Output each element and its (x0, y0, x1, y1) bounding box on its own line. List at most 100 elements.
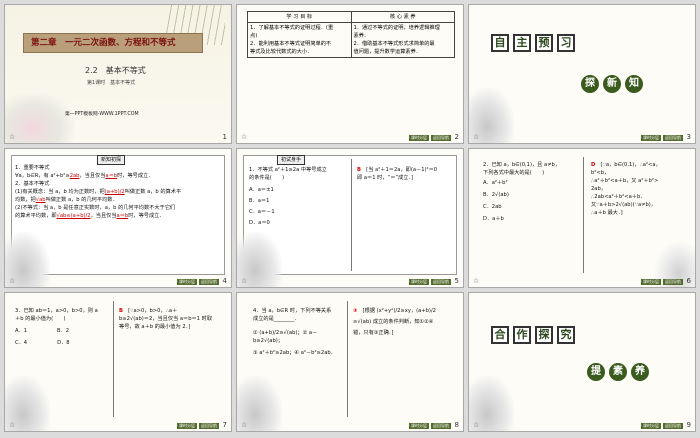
slide-thumbnail-9[interactable]: 合作探究 提素养 ☆ 课时分层 返回导航 9 (468, 292, 696, 432)
heading-chars-a: 合作探究 (491, 323, 579, 344)
slide-icon: ☆ (473, 421, 480, 429)
slide-thumbnail-7[interactable]: 3．已知 ab＝1，a>0，b>0，则 a ＋b 的最小值为( ) A．1 B．2… (4, 292, 232, 432)
option-a: A．a＝±1 (249, 187, 274, 193)
explanation-line: [∵a>0，b>0，∴a＋ (128, 308, 178, 314)
explanation-line: [当 a²＋1＝2a，即(a－1)²＝0 (366, 167, 438, 173)
footer-nav: 课时分层 返回导航 (641, 135, 683, 141)
column-divider (113, 301, 114, 417)
slide-thumbnail-4[interactable]: 新知初探 1．重要不等式 ∀a，b∈R，有 a²+b²≥2ab，当且仅当a＝b时… (4, 148, 232, 288)
heading-char: 养 (631, 363, 649, 381)
footer-nav: 课时分层 返回导航 (641, 279, 683, 285)
option-d: D．a＝0 (249, 220, 270, 226)
slide-thumbnail-6[interactable]: 2．已知 a，b∈(0,1)，且 a≠b， 下列各式中最大的是( ) A．a²＋… (468, 148, 696, 288)
statement-line: ① (a+b)/2≥√(ab)；② a－b≥2√(ab)； (253, 330, 318, 344)
competency-line: 1．通过不等式的证明，培养逻辑推理 (353, 25, 440, 31)
competency-line: 2．借助基本不等式形式求简单的最 (353, 41, 435, 47)
body-line: 2．基本不等式 (15, 181, 50, 187)
competency-cell: 1．通过不等式的证明，培养逻辑推理 素养． 2．借助基本不等式形式求简单的最 值… (350, 22, 455, 58)
tag-label: 初试身手 (277, 155, 306, 165)
heading-chars-a: 自主预习 (491, 31, 579, 52)
chapter-title: 第二章 一元二次函数、方程和不等式 (31, 38, 176, 48)
answer-text: B [当 a²＋1＝2a，即(a－1)²＝0 即 a＝1 时，“＝”成立．] (357, 166, 459, 182)
answer-letter: B (119, 308, 123, 314)
goal-line: 等式及比较代数式的大小． (250, 49, 313, 55)
explanation-line: b≥2√(ab)＝2，当且仅当 a＝b＝1 时取 (119, 316, 213, 322)
heading-char: 究 (557, 326, 575, 344)
concept-body: 1．重要不等式 ∀a，b∈R，有 a²+b²≥2ab，当且仅当a＝b时，等号成立… (15, 164, 227, 220)
back-nav-button[interactable]: 返回导航 (663, 135, 683, 141)
option-c: C．a＝－1 (249, 209, 275, 215)
layer-button[interactable]: 课时分层 (641, 135, 661, 141)
explanation-line: ∴a²＋b²<a＋b，又 a²＋b²> (591, 178, 659, 184)
heading-char: 素 (609, 363, 627, 381)
layer-button[interactable]: 课时分层 (641, 279, 661, 285)
slide-number: 2 (454, 133, 459, 141)
slide-icon: ☆ (241, 133, 248, 141)
option-b: B．2 (57, 328, 70, 334)
competency-line: 素养． (353, 33, 370, 39)
slide-icon: ☆ (473, 133, 480, 141)
layer-button[interactable]: 课时分层 (409, 135, 429, 141)
back-nav-button[interactable]: 返回导航 (431, 423, 451, 429)
option-d: D．8 (57, 340, 70, 346)
slide-thumbnail-3[interactable]: 自主预习 探新知 ☆ 课时分层 返回导航 3 (468, 4, 696, 144)
explanation-line: 错，只有③正确．] (353, 330, 394, 336)
body-line: 均数，把√ab叫做正数 a，b 的几何平均数． (15, 197, 118, 203)
body-line: (2)不等式：当 a，b 是任意正实数时，a，b 的几何平均数不大于它们 (15, 205, 176, 211)
answer-number: ③ (353, 308, 358, 314)
back-nav-button[interactable]: 返回导航 (663, 423, 683, 429)
slide-number: 8 (454, 421, 459, 429)
heading-char: 主 (513, 34, 531, 52)
footer-nav: 课时分层 返回导航 (641, 423, 683, 429)
layer-button[interactable]: 课时分层 (641, 423, 661, 429)
layer-button[interactable]: 课时分层 (409, 423, 429, 429)
question-line: 成立的是________． (253, 316, 300, 322)
question-line: ＋b 的最小值为( ) (15, 316, 66, 322)
option-c: C．4 (15, 340, 28, 346)
answer-text: D [∵a，b∈(0,1)，∴a²<a， b²<b， ∴a²＋b²<a＋b，又 … (591, 161, 693, 217)
explanation-line: ∴a＋b 最大．] (591, 210, 623, 216)
heading-char: 探 (535, 326, 553, 344)
heading-char: 探 (581, 75, 599, 93)
slide-sorter-grid: 第二章 一元二次函数、方程和不等式 2.2 基本不等式 第1课时 基本不等式 第… (0, 0, 700, 438)
back-nav-button[interactable]: 返回导航 (199, 423, 219, 429)
option-b: B．2√(ab) (483, 192, 509, 198)
heading-char: 预 (535, 34, 553, 52)
footer-nav: 课时分层 返回导航 (177, 279, 219, 285)
back-nav-button[interactable]: 返回导航 (431, 279, 451, 285)
heading-char: 提 (587, 363, 605, 381)
heading-chars-b: 提素养 (587, 359, 653, 381)
back-nav-button[interactable]: 返回导航 (431, 135, 451, 141)
goal-line: 1．了解基本不等式的证明过程．(重 (250, 25, 334, 31)
goals-cell: 1．了解基本不等式的证明过程．(重 点) 2．能利用基本不等式证明简单的不 等式… (247, 22, 352, 58)
statement-line: ③ a²＋b²≥2ab；④ a²－b²≥2ab． (253, 350, 336, 356)
slide-thumbnail-5[interactable]: 初试身手 1．不等式 a²＋1≥2a 中等号成立 的条件是( ) A．a＝±1 … (236, 148, 464, 288)
slide-thumbnail-2[interactable]: 学 习 目 标 核 心 素 养 1．了解基本不等式的证明过程．(重 点) 2．能… (236, 4, 464, 144)
back-nav-button[interactable]: 返回导航 (199, 279, 219, 285)
layer-button[interactable]: 课时分层 (177, 279, 197, 285)
layer-button[interactable]: 课时分层 (177, 423, 197, 429)
option-a: A．1 (15, 328, 28, 334)
answer-text: ③ [根据 (x²+y²)/2≥xy，(a+b)/2 ≥√(ab) 成立的条件判… (353, 307, 461, 337)
slide-number: 7 (222, 421, 227, 429)
explanation-line: ∴2ab<a²＋b²<a＋b． (591, 194, 646, 200)
section-tag: 初试身手 (277, 155, 306, 165)
site-watermark: 第一PPT模板网-WWW.1PPT.COM (65, 112, 139, 117)
goal-line: 点) (250, 33, 258, 39)
slide-thumbnail-8[interactable]: 4．当 a，b∈R 时，下列不等关系 成立的是________． ① (a+b)… (236, 292, 464, 432)
heading-char: 新 (603, 75, 621, 93)
back-nav-button[interactable]: 返回导航 (663, 279, 683, 285)
layer-button[interactable]: 课时分层 (409, 279, 429, 285)
footer-nav: 课时分层 返回导航 (409, 279, 451, 285)
column-divider (583, 157, 584, 273)
competency-line: 值问题，提升数学运算素养． (353, 49, 421, 55)
slide-thumbnail-1[interactable]: 第二章 一元二次函数、方程和不等式 2.2 基本不等式 第1课时 基本不等式 第… (4, 4, 232, 144)
question-text: 1．不等式 a²＋1≥2a 中等号成立 的条件是( ) A．a＝±1 B．a＝1… (249, 166, 349, 227)
question-text: 2．已知 a，b∈(0,1)，且 a≠b， 下列各式中最大的是( ) A．a²＋… (483, 161, 583, 223)
slide-icon: ☆ (241, 421, 248, 429)
heading-char: 知 (625, 75, 643, 93)
question-text: 4．当 a，b∈R 时，下列不等关系 成立的是________． ① (a+b)… (253, 307, 347, 357)
heading-char: 作 (513, 326, 531, 344)
column-divider (351, 159, 352, 271)
question-line: 3．已知 ab＝1，a>0，b>0，则 a (15, 308, 98, 314)
